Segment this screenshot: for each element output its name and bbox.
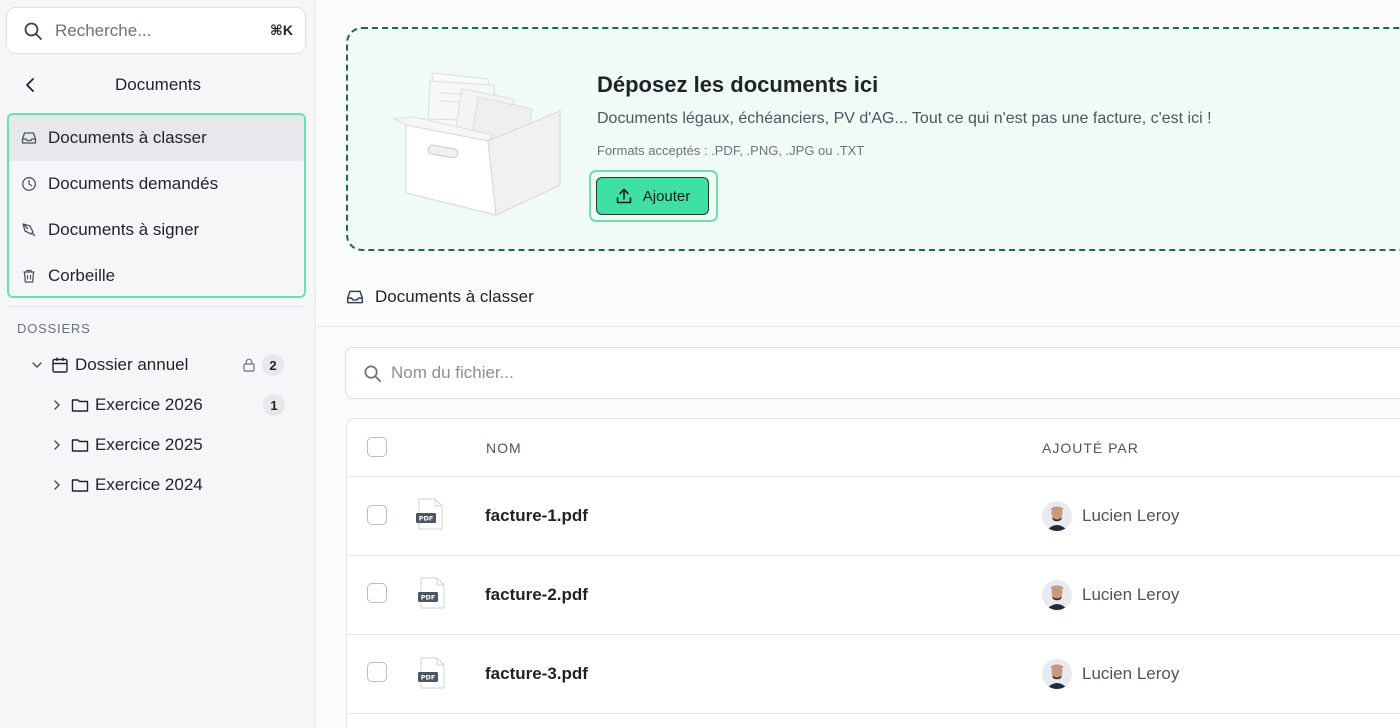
folder-icon [71, 439, 89, 452]
file-name[interactable]: facture-2.pdf [485, 585, 588, 605]
lock-icon [243, 358, 255, 372]
tree-item-exercice-2024[interactable]: Exercice 2024 [0, 467, 316, 503]
shortcut-hint: ⌘K [269, 22, 293, 38]
upload-icon [616, 188, 632, 204]
folder-icon [71, 399, 89, 412]
pdf-file-icon: PDF [418, 657, 445, 689]
file-search-input[interactable]: Nom du fichier... [345, 347, 1400, 399]
nav-item-documents-demandes[interactable]: Documents demandés [9, 161, 304, 207]
chevron-right-icon[interactable] [51, 439, 63, 451]
chevron-right-icon[interactable] [51, 399, 63, 411]
sidebar-divider [7, 306, 306, 307]
added-by-name: Lucien Leroy [1082, 585, 1180, 604]
add-button-label: Ajouter [642, 187, 691, 205]
accepted-formats: Formats acceptés : .PDF, .PNG, .JPG ou .… [597, 143, 865, 158]
add-button[interactable]: Ajouter [596, 177, 709, 215]
file-name[interactable]: facture-1.pdf [485, 506, 588, 526]
dropzone-description: Documents légaux, échéanciers, PV d'AG..… [597, 110, 1212, 127]
nav-item-label: Documents à signer [48, 220, 200, 239]
documents-nav: Documents à classer Documents demandés D… [7, 113, 306, 298]
nav-item-documents-a-signer[interactable]: Documents à signer [9, 207, 304, 253]
count-badge: 1 [263, 394, 285, 416]
search-placeholder: Recherche... [55, 20, 152, 40]
global-search[interactable]: Recherche... ⌘K [6, 7, 306, 54]
tree-item-exercice-2026[interactable]: Exercice 2026 1 [0, 387, 316, 423]
section-title: Documents [115, 75, 201, 94]
file-box-illustration [392, 72, 561, 216]
search-icon [24, 22, 42, 40]
inbox-icon [346, 290, 364, 304]
calendar-icon [52, 357, 68, 373]
tree-item-dossier-annuel[interactable]: Dossier annuel 2 [0, 347, 316, 383]
nav-item-label: Documents demandés [48, 174, 219, 193]
nav-item-documents-a-classer[interactable]: Documents à classer [9, 115, 304, 161]
table-row[interactable]: PDF facture-1.pdf Lucien Leroy [347, 477, 1400, 556]
tree-item-exercice-2025[interactable]: Exercice 2025 [0, 427, 316, 463]
column-header-added-by[interactable]: AJOUTÉ PAR [1042, 440, 1139, 456]
dropzone-title: Déposez les documents ici [597, 72, 879, 97]
tree-item-label: Exercice 2026 [95, 395, 203, 414]
folder-icon [71, 479, 89, 492]
tree-item-label: Exercice 2024 [95, 475, 203, 494]
section-header: Documents [0, 66, 316, 104]
avatar [1042, 501, 1072, 531]
chevron-down-icon[interactable] [31, 359, 43, 371]
upload-dropzone[interactable]: Déposez les documents ici Documents léga… [346, 27, 1400, 251]
avatar [1042, 659, 1072, 689]
list-divider [317, 326, 1400, 327]
search-icon [364, 365, 381, 382]
clock-icon [22, 177, 36, 191]
chevron-right-icon[interactable] [51, 479, 63, 491]
trash-icon [23, 269, 35, 283]
file-name[interactable]: facture-3.pdf [485, 664, 588, 684]
sidebar: Recherche... ⌘K Documents Documents à cl… [0, 0, 316, 728]
pdf-file-icon: PDF [418, 577, 445, 609]
added-by-name: Lucien Leroy [1082, 664, 1180, 683]
tree-item-label: Exercice 2025 [95, 435, 203, 454]
pen-icon [22, 223, 36, 237]
file-search-placeholder: Nom du fichier... [391, 363, 514, 382]
list-header: Documents à classer [346, 287, 534, 307]
row-checkbox[interactable] [367, 583, 387, 603]
pdf-badge-text: PDF [419, 515, 434, 523]
count-badge: 2 [262, 354, 284, 376]
nav-item-label: Documents à classer [48, 128, 207, 147]
table-row[interactable]: PDF facture-3.pdf Lucien Leroy [347, 635, 1400, 714]
list-title: Documents à classer [375, 287, 534, 306]
pdf-file-icon: PDF [416, 498, 443, 530]
select-all-checkbox[interactable] [367, 437, 387, 457]
pdf-badge-text: PDF [421, 674, 436, 682]
added-by-name: Lucien Leroy [1082, 506, 1180, 525]
table-header: NOM AJOUTÉ PAR [347, 419, 1400, 477]
documents-table: NOM AJOUTÉ PAR PDF facture-1.pdf Lucien … [346, 418, 1400, 728]
nav-item-label: Corbeille [48, 266, 116, 285]
column-header-name[interactable]: NOM [486, 440, 522, 456]
row-checkbox[interactable] [367, 662, 387, 682]
pdf-badge-text: PDF [421, 594, 436, 602]
avatar [1042, 580, 1072, 610]
chevron-left-icon[interactable] [22, 76, 40, 94]
table-row[interactable]: PDF facture-2.pdf Lucien Leroy [347, 556, 1400, 635]
nav-item-corbeille[interactable]: Corbeille [9, 253, 304, 296]
main-content: Déposez les documents ici Documents léga… [317, 0, 1400, 728]
add-button-focus-ring: Ajouter [589, 170, 718, 222]
inbox-icon [21, 132, 37, 144]
dossiers-label: DOSSIERS [17, 321, 91, 336]
row-checkbox[interactable] [367, 505, 387, 525]
tree-item-label: Dossier annuel [75, 355, 189, 374]
